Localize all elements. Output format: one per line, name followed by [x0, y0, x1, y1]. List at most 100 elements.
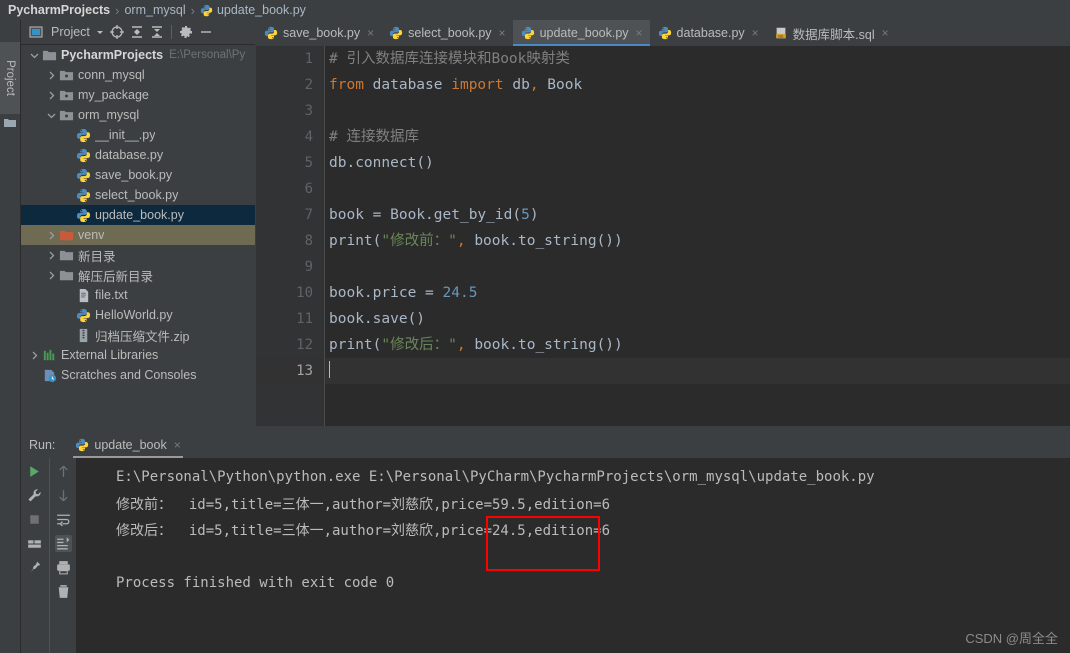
python-file-icon	[389, 26, 403, 40]
settings-wrench-icon[interactable]	[26, 487, 43, 504]
python-file-icon	[264, 26, 278, 40]
editor-tab[interactable]: select_book.py ×	[381, 20, 512, 46]
close-icon[interactable]: ×	[636, 27, 643, 39]
tree-item[interactable]: select_book.py	[21, 185, 255, 205]
arrow-down-icon[interactable]	[55, 487, 72, 504]
code-line[interactable]: print("修改前：", book.to_string())	[325, 228, 1070, 254]
tree-item[interactable]: HelloWorld.py	[21, 305, 255, 325]
pin-icon[interactable]	[26, 559, 43, 576]
code-line[interactable]: book.save()	[325, 306, 1070, 332]
code-editor[interactable]: 1 2 3 4 5 6 7 8 9 10 11 12 13 # 引入数据库连接模块和Book映射类 fro…	[256, 46, 1070, 426]
run-left-toolbar	[21, 458, 48, 653]
editor-tab[interactable]: update_book.py ×	[512, 20, 650, 46]
run-icon[interactable]	[26, 463, 43, 480]
line-number: 8	[304, 233, 313, 249]
project-panel-title: Project	[51, 25, 90, 39]
chevron-down-icon[interactable]	[95, 24, 105, 40]
code-content[interactable]: # 引入数据库连接模块和Book映射类 from database import …	[325, 46, 1070, 426]
tree-item[interactable]: database.py	[21, 145, 255, 165]
arrow-up-icon[interactable]	[55, 463, 72, 480]
soft-wrap-icon[interactable]	[55, 511, 72, 528]
tree-item[interactable]: Scratches and Consoles	[21, 365, 255, 385]
python-file-icon	[76, 188, 91, 203]
code-line[interactable]	[325, 358, 1070, 384]
folder-icon	[59, 268, 74, 283]
tree-item-label: Scratches and Consoles	[61, 368, 197, 382]
editor-tab[interactable]: save_book.py ×	[256, 20, 381, 46]
chevron-down-icon[interactable]	[29, 50, 40, 61]
code-line[interactable]: book.price = 24.5	[325, 280, 1070, 306]
line-number: 7	[304, 207, 313, 223]
python-file-icon	[658, 26, 672, 40]
print-icon[interactable]	[55, 559, 72, 576]
trash-icon[interactable]	[55, 583, 72, 600]
tree-item-label: 解压后新目录	[78, 269, 154, 284]
folder-icon	[42, 48, 57, 63]
tree-item-label: conn_mysql	[78, 68, 145, 82]
layout-icon[interactable]	[26, 535, 43, 552]
tree-item[interactable]: my_package	[21, 85, 255, 105]
run-console-output[interactable]: E:\Personal\Python\python.exe E:\Persona…	[76, 458, 1070, 653]
sidebar-tab-project[interactable]: Project	[0, 42, 20, 114]
tree-item[interactable]: 归档压缩文件.zip	[21, 325, 255, 345]
watermark: CSDN @周全全	[965, 631, 1058, 646]
chevron-right-icon[interactable]	[46, 250, 57, 261]
collapse-all-icon[interactable]	[149, 24, 165, 40]
run-panel-label: Run:	[29, 438, 56, 452]
tree-item[interactable]: External Libraries	[21, 345, 255, 365]
close-icon[interactable]: ×	[882, 27, 889, 39]
minimize-icon[interactable]	[198, 24, 214, 40]
toolbar-divider	[170, 25, 172, 39]
chevron-right-icon[interactable]	[29, 350, 40, 361]
code-line[interactable]	[325, 254, 1070, 280]
breadcrumb-item-folder[interactable]: orm_mysql	[124, 3, 185, 17]
editor-tab-bar[interactable]: save_book.py × select_book.py × update_book.…	[256, 20, 1070, 46]
chevron-right-icon[interactable]	[46, 70, 57, 81]
code-line[interactable]: book = Book.get_by_id(5)	[325, 202, 1070, 228]
tree-item[interactable]: conn_mysql	[21, 65, 255, 85]
close-icon[interactable]: ×	[752, 27, 759, 39]
tree-item[interactable]: __init__.py	[21, 125, 255, 145]
tree-item[interactable]: PycharmProjects E:\Personal\Pу	[21, 45, 255, 65]
code-line[interactable]: # 引入数据库连接模块和Book映射类	[325, 46, 1070, 72]
editor-tab[interactable]: database.py ×	[650, 20, 766, 46]
line-number: 2	[304, 77, 313, 93]
code-line[interactable]: db.connect()	[325, 150, 1070, 176]
tree-item[interactable]: 解压后新目录	[21, 265, 255, 285]
breadcrumb-item-project[interactable]: PycharmProjects	[8, 3, 110, 17]
tree-item[interactable]: save_book.py	[21, 165, 255, 185]
tree-item[interactable]: orm_mysql	[21, 105, 255, 125]
close-icon[interactable]: ×	[499, 27, 506, 39]
expand-all-icon[interactable]	[129, 24, 145, 40]
breadcrumb-item-file[interactable]: update_book.py	[217, 3, 306, 17]
svg-text:SQL: SQL	[777, 34, 784, 38]
chevron-right-icon[interactable]	[46, 90, 57, 101]
run-tab-update-book[interactable]: update_book ×	[69, 432, 186, 458]
tree-item-label: venv	[78, 228, 105, 242]
tree-item[interactable]: venv	[21, 225, 255, 245]
project-tree[interactable]: PycharmProjects E:\Personal\Pу conn_mysqlm…	[21, 45, 255, 426]
tree-item[interactable]: file.txt	[21, 285, 255, 305]
tree-item[interactable]: update_book.py	[21, 205, 255, 225]
stop-icon[interactable]	[26, 511, 43, 528]
code-line[interactable]	[325, 98, 1070, 124]
code-line[interactable]: # 连接数据库	[325, 124, 1070, 150]
code-line[interactable]	[325, 176, 1070, 202]
code-line[interactable]: from database import db, Book	[325, 72, 1070, 98]
python-file-icon	[76, 208, 91, 223]
run-panel: Run: update_book × E:\Personal\Python\py…	[21, 432, 1070, 653]
chevron-right-icon[interactable]	[46, 230, 57, 241]
chevron-right-icon[interactable]	[46, 270, 57, 281]
locate-target-icon[interactable]	[109, 24, 125, 40]
console-line: 修改后： id=5,title=三体一,author=刘慈欣,price=24.…	[116, 523, 611, 539]
close-icon[interactable]: ×	[174, 439, 181, 451]
gear-icon[interactable]	[178, 24, 194, 40]
scroll-to-end-icon[interactable]	[54, 535, 72, 552]
text-file-icon	[76, 288, 91, 303]
code-line[interactable]: print("修改后：", book.to_string())	[325, 332, 1070, 358]
tree-item[interactable]: 新目录	[21, 245, 255, 265]
close-icon[interactable]: ×	[367, 27, 374, 39]
tree-item-label: my_package	[78, 88, 149, 102]
chevron-down-icon[interactable]	[46, 110, 57, 121]
editor-tab[interactable]: SQL 数据库脚本.sql ×	[766, 20, 896, 46]
